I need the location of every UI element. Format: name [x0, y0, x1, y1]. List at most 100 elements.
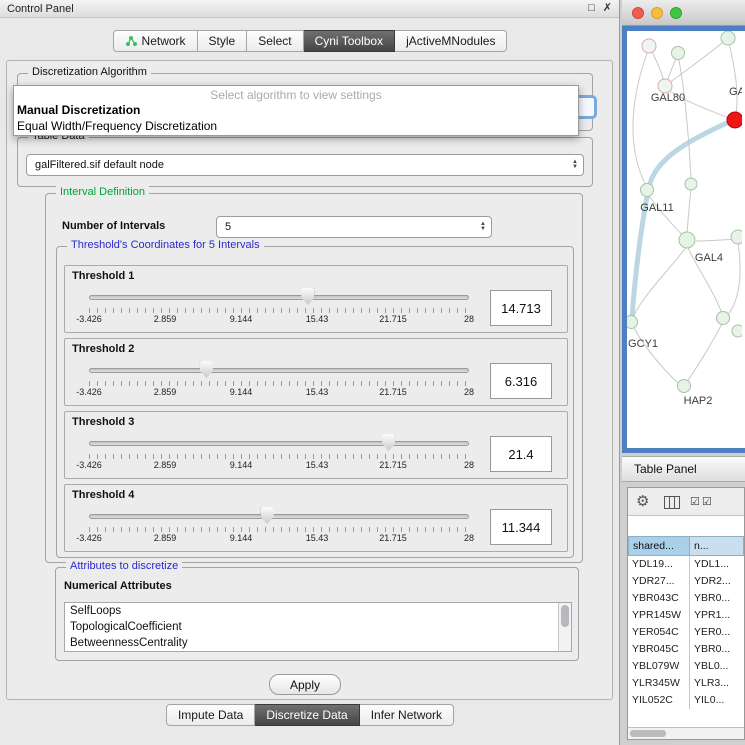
list-item[interactable]: SelfLoops — [65, 603, 571, 619]
table-cell[interactable]: YLR3... — [690, 675, 744, 692]
columns-icon[interactable] — [664, 496, 680, 509]
slider-handle[interactable] — [382, 434, 395, 451]
table-row[interactable]: YPR145WYPR1... — [628, 607, 744, 624]
tick-label: 15.43 — [306, 460, 329, 470]
tab-jactivemnodules[interactable]: jActiveMNodules — [395, 30, 507, 52]
table-cell[interactable]: YDR27... — [628, 573, 690, 590]
table-cell[interactable]: YDL19... — [628, 556, 690, 573]
node-label-hap2: HAP2 — [684, 395, 713, 407]
scrollbar-thumb[interactable] — [630, 730, 666, 737]
minimize-traffic-light[interactable] — [651, 7, 663, 19]
table-cell[interactable]: YER0... — [690, 624, 744, 641]
thresholds-title: Threshold's Coordinates for 5 Intervals — [67, 239, 264, 251]
number-of-intervals-combobox[interactable]: 5 ▲▼ — [216, 216, 492, 238]
network-node-gcy1[interactable] — [627, 316, 638, 329]
threshold-value-field[interactable]: 6.316 — [490, 363, 552, 399]
network-node[interactable] — [717, 312, 730, 325]
network-node[interactable] — [721, 31, 735, 45]
tab-infer-network[interactable]: Infer Network — [360, 704, 454, 726]
top-tabbar: Network Style Select Cyni Toolbox jActiv… — [0, 30, 620, 52]
close-traffic-light[interactable] — [632, 7, 644, 19]
dropdown-option-equal-width-frequency[interactable]: Equal Width/Frequency Discretization — [14, 118, 578, 134]
table-cell[interactable]: YDR2... — [690, 573, 744, 590]
table-cell[interactable]: YBL0... — [690, 658, 744, 675]
network-node-gal80[interactable] — [658, 79, 672, 93]
table-cell[interactable]: YBR043C — [628, 590, 690, 607]
float-window-icon[interactable]: □ — [588, 3, 595, 14]
slider-track[interactable] — [89, 368, 469, 373]
table-data-combobox[interactable]: galFiltered.sif default node ▲▼ — [26, 154, 584, 176]
table-row[interactable]: YBR043CYBR0... — [628, 590, 744, 607]
list-scrollbar[interactable] — [558, 603, 571, 651]
tick-label: 2.859 — [154, 314, 177, 324]
node-label-gal80: GAL80 — [651, 92, 685, 104]
network-node[interactable] — [672, 47, 685, 60]
network-canvas[interactable]: GAL80 GA GAL11 GAL4 GCY1 HAP2 — [627, 31, 745, 448]
list-item[interactable]: BetweennessCentrality — [65, 635, 571, 651]
tab-discretize-data[interactable]: Discretize Data — [255, 704, 359, 726]
threshold-value-field[interactable]: 21.4 — [490, 436, 552, 472]
slider-handle[interactable] — [200, 361, 213, 378]
apply-button[interactable]: Apply — [269, 674, 341, 695]
tab-network[interactable]: Network — [113, 30, 198, 52]
select-all-checkbox-icon[interactable]: ☑ — [690, 495, 700, 509]
tab-select[interactable]: Select — [247, 30, 303, 52]
network-node-gal4[interactable] — [679, 232, 695, 248]
table-row[interactable]: YLR345WYLR3... — [628, 675, 744, 692]
table-row[interactable]: YDR27...YDR2... — [628, 573, 744, 590]
column-header-name[interactable]: n... — [690, 536, 744, 556]
tab-label: Discretize Data — [266, 708, 347, 722]
table-row[interactable]: YBL079WYBL0... — [628, 658, 744, 675]
slider-handle[interactable] — [261, 507, 274, 524]
tab-impute-data[interactable]: Impute Data — [166, 704, 255, 726]
slider-track[interactable] — [89, 441, 469, 446]
close-window-icon[interactable]: ✗ — [603, 3, 612, 14]
table-cell[interactable]: YIL052C — [628, 692, 690, 709]
table-row[interactable]: YDL19...YDL1... — [628, 556, 744, 573]
network-node[interactable] — [685, 178, 697, 190]
threshold-value-field[interactable]: 14.713 — [490, 290, 552, 326]
scrollbar-thumb[interactable] — [561, 605, 569, 627]
zoom-traffic-light[interactable] — [670, 7, 682, 19]
table-row[interactable]: YER054CYER0... — [628, 624, 744, 641]
table-row[interactable]: YIL052CYIL0... — [628, 692, 744, 709]
table-cell[interactable]: YBR0... — [690, 590, 744, 607]
tab-cyni-toolbox[interactable]: Cyni Toolbox — [304, 30, 395, 52]
threshold-4-slider[interactable] — [89, 507, 469, 524]
slider-ticks — [89, 454, 469, 459]
dropdown-option-manual-discretization[interactable]: Manual Discretization — [14, 102, 578, 118]
gear-icon[interactable]: ⚙ — [636, 488, 649, 516]
slider-handle[interactable] — [301, 288, 314, 305]
node-label-gal4: GAL4 — [695, 252, 723, 264]
tab-style[interactable]: Style — [198, 30, 248, 52]
slider-track[interactable] — [89, 295, 469, 300]
threshold-3-slider[interactable] — [89, 434, 469, 451]
threshold-value-field[interactable]: 11.344 — [490, 509, 552, 545]
table-cell[interactable]: YBL079W — [628, 658, 690, 675]
horizontal-scrollbar[interactable] — [628, 727, 744, 739]
table-cell[interactable]: YBR0... — [690, 641, 744, 658]
table-cell[interactable]: YIL0... — [690, 692, 744, 709]
network-node[interactable] — [642, 39, 656, 53]
table-toolbar: ⚙ ☑ ☑ — [628, 488, 744, 516]
slider-track[interactable] — [89, 514, 469, 519]
selected-red-node[interactable] — [727, 112, 742, 128]
network-node[interactable] — [732, 325, 742, 337]
tick-label: 28 — [464, 387, 474, 397]
network-node[interactable] — [731, 230, 742, 244]
table-cell[interactable]: YER054C — [628, 624, 690, 641]
column-header-shared-name[interactable]: shared... — [628, 536, 690, 556]
table-row[interactable]: YBR045CYBR0... — [628, 641, 744, 658]
threshold-2-slider[interactable] — [89, 361, 469, 378]
select-columns-checkbox-icon[interactable]: ☑ — [702, 495, 712, 509]
table-cell[interactable]: YPR145W — [628, 607, 690, 624]
list-item[interactable]: TopologicalCoefficient — [65, 619, 571, 635]
threshold-1-slider[interactable] — [89, 288, 469, 305]
table-cell[interactable]: YDL1... — [690, 556, 744, 573]
table-cell[interactable]: YPR1... — [690, 607, 744, 624]
table-cell[interactable]: YLR345W — [628, 675, 690, 692]
network-node-hap2[interactable] — [678, 380, 691, 393]
table-cell[interactable]: YBR045C — [628, 641, 690, 658]
network-node-gal11[interactable] — [641, 184, 654, 197]
threshold-label: Threshold 1 — [72, 270, 134, 282]
